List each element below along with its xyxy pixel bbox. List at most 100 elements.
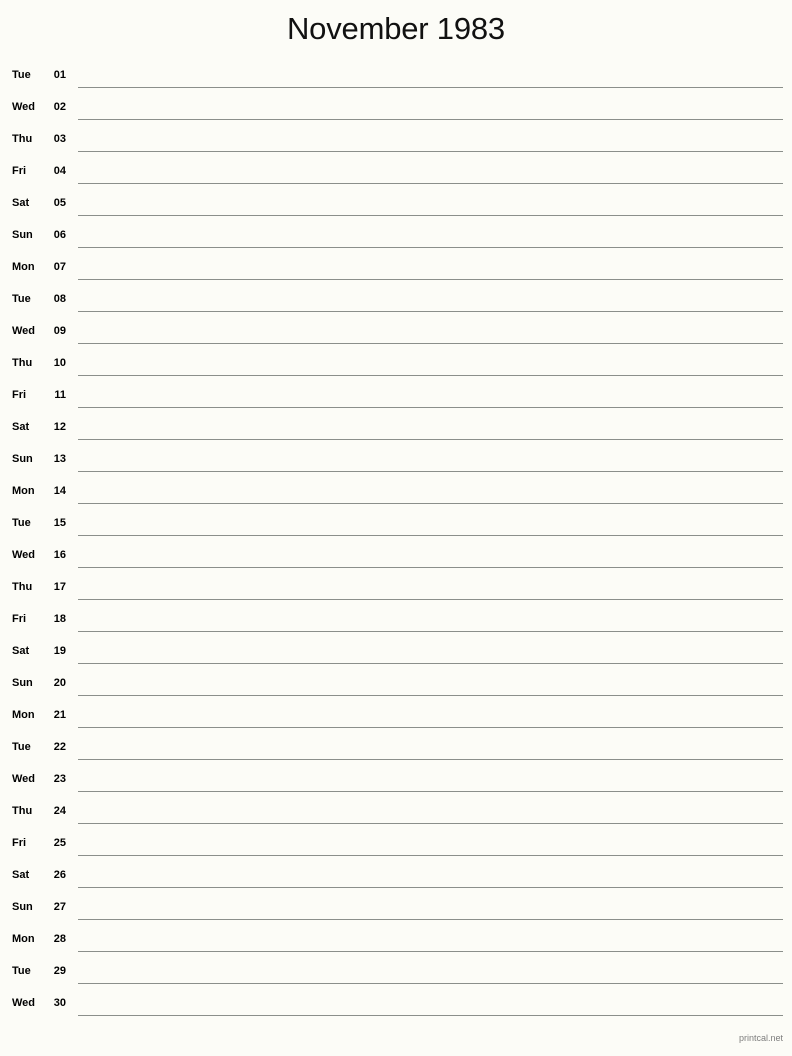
writing-line[interactable]	[78, 919, 783, 920]
writing-line[interactable]	[78, 855, 783, 856]
writing-line[interactable]	[78, 983, 783, 984]
writing-line[interactable]	[78, 695, 783, 696]
day-number-label: 12	[53, 421, 66, 433]
day-row[interactable]: Tue 01	[0, 62, 792, 94]
day-of-week-label: Sun	[12, 453, 33, 465]
day-row[interactable]: Sat 05	[0, 190, 792, 222]
day-of-week-label: Sat	[12, 197, 30, 209]
day-of-week-label: Fri	[12, 165, 27, 177]
day-of-week-label: Tue	[12, 517, 31, 529]
day-row[interactable]: Wed 23	[0, 766, 792, 798]
day-row[interactable]: Sat 12	[0, 414, 792, 446]
day-of-week-label: Sun	[12, 677, 33, 689]
writing-line[interactable]	[78, 279, 783, 280]
writing-line[interactable]	[78, 247, 783, 248]
day-row[interactable]: Tue 22	[0, 734, 792, 766]
day-row[interactable]: Fri 11	[0, 382, 792, 414]
day-row[interactable]: Sat 19	[0, 638, 792, 670]
writing-line[interactable]	[78, 503, 783, 504]
day-row[interactable]: Mon 21	[0, 702, 792, 734]
day-of-week-label: Mon	[12, 261, 35, 273]
writing-line[interactable]	[78, 407, 783, 408]
writing-line[interactable]	[78, 791, 783, 792]
writing-line[interactable]	[78, 375, 783, 376]
day-number-label: 19	[53, 645, 66, 657]
day-of-week-label: Mon	[12, 709, 35, 721]
day-row[interactable]: Tue 29	[0, 958, 792, 990]
writing-line[interactable]	[78, 119, 783, 120]
writing-line[interactable]	[78, 471, 783, 472]
day-of-week-label: Fri	[12, 837, 27, 849]
writing-line[interactable]	[78, 887, 783, 888]
day-of-week-label: Tue	[12, 69, 31, 81]
day-number-label: 28	[53, 933, 66, 945]
day-of-week-label: Sat	[12, 421, 30, 433]
writing-line[interactable]	[78, 823, 783, 824]
day-row[interactable]: Mon 28	[0, 926, 792, 958]
day-row[interactable]: Thu 17	[0, 574, 792, 606]
day-number-label: 10	[53, 357, 66, 369]
day-row[interactable]: Thu 10	[0, 350, 792, 382]
writing-line[interactable]	[78, 343, 783, 344]
day-of-week-label: Mon	[12, 485, 35, 497]
day-number-label: 22	[53, 741, 66, 753]
writing-line[interactable]	[78, 759, 783, 760]
page-title: November 1983	[287, 11, 505, 46]
writing-line[interactable]	[78, 951, 783, 952]
day-row[interactable]: Sun 13	[0, 446, 792, 478]
day-number-label: 30	[53, 997, 66, 1009]
day-number-label: 16	[53, 549, 66, 561]
writing-line[interactable]	[78, 311, 783, 312]
writing-line[interactable]	[78, 663, 783, 664]
footer-credit: printcal.net	[738, 1033, 783, 1043]
writing-line[interactable]	[78, 631, 783, 632]
day-number-label: 11	[54, 389, 66, 401]
day-number-label: 23	[53, 773, 66, 785]
day-number-label: 29	[53, 965, 66, 977]
day-row[interactable]: Wed 16	[0, 542, 792, 574]
day-of-week-label: Wed	[12, 773, 36, 785]
day-row[interactable]: Tue 08	[0, 286, 792, 318]
day-of-week-label: Tue	[12, 741, 31, 753]
writing-line[interactable]	[78, 1015, 783, 1016]
writing-line[interactable]	[78, 727, 783, 728]
writing-line[interactable]	[78, 535, 783, 536]
writing-line[interactable]	[78, 599, 783, 600]
writing-line[interactable]	[78, 151, 783, 152]
day-number-label: 05	[53, 197, 66, 209]
day-row[interactable]: Sun 27	[0, 894, 792, 926]
day-row[interactable]: Sun 20	[0, 670, 792, 702]
day-number-label: 01	[53, 69, 66, 81]
day-number-label: 07	[53, 261, 66, 273]
writing-line[interactable]	[78, 567, 783, 568]
day-row[interactable]: Sat 26	[0, 862, 792, 894]
day-row[interactable]: Wed 30	[0, 990, 792, 1022]
day-row[interactable]: Sun 06	[0, 222, 792, 254]
day-row[interactable]: Thu 03	[0, 126, 792, 158]
day-row[interactable]: Fri 04	[0, 158, 792, 190]
day-of-week-label: Tue	[12, 293, 31, 305]
day-of-week-label: Sat	[12, 869, 30, 881]
day-row[interactable]: Thu 24	[0, 798, 792, 830]
day-number-label: 20	[53, 677, 66, 689]
writing-line[interactable]	[78, 439, 783, 440]
day-row[interactable]: Mon 14	[0, 478, 792, 510]
calendar-page: November 1983 Tue 01 Wed 02 Thu 03 Fri 04 Sat 05 S…	[0, 0, 792, 1056]
day-row[interactable]: Fri 25	[0, 830, 792, 862]
writing-line[interactable]	[78, 87, 783, 88]
day-row[interactable]: Wed 02	[0, 94, 792, 126]
writing-line[interactable]	[78, 215, 783, 216]
day-row[interactable]: Fri 18	[0, 606, 792, 638]
day-of-week-label: Thu	[12, 581, 33, 593]
day-row[interactable]: Mon 07	[0, 254, 792, 286]
day-number-label: 04	[53, 165, 66, 177]
day-number-label: 06	[53, 229, 66, 241]
day-number-label: 15	[53, 517, 66, 529]
day-of-week-label: Mon	[12, 933, 35, 945]
day-of-week-label: Sun	[12, 229, 33, 241]
day-row[interactable]: Tue 15	[0, 510, 792, 542]
day-number-label: 24	[53, 805, 66, 817]
day-of-week-label: Wed	[12, 549, 36, 561]
day-row[interactable]: Wed 09	[0, 318, 792, 350]
writing-line[interactable]	[78, 183, 783, 184]
